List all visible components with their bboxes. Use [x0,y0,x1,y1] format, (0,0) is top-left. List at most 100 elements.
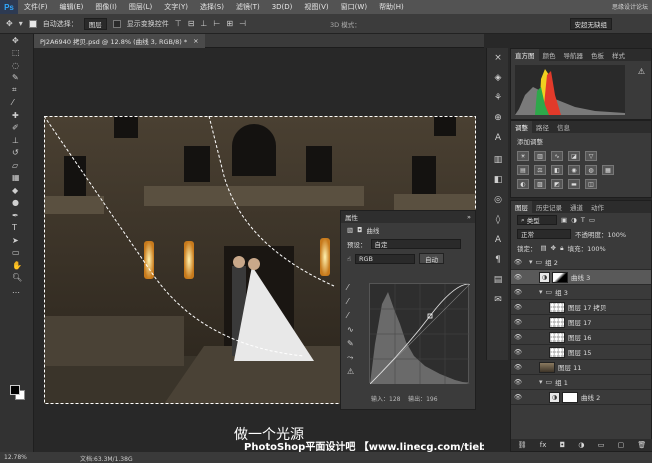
align-middle-icon[interactable]: ⊟ [188,19,195,28]
visibility-eye-icon[interactable]: 👁︎ [513,348,523,356]
layer-row[interactable]: 👁︎ ▾ ▭ 组 3 [511,285,651,300]
tab-channels[interactable]: 通道 [566,201,587,213]
document-tab[interactable]: PJ2A6940 拷贝.psd @ 12.8% (曲线 3, RGB/8) * … [34,34,205,48]
layer-thumbnail[interactable] [539,361,555,373]
tab-color[interactable]: 颜色 [539,49,560,61]
pencil-icon[interactable]: ✎ [347,339,359,353]
layer-thumbnail[interactable] [549,301,565,313]
gray-point-eyedropper-icon[interactable]: ⁄ [347,297,359,311]
new-group-icon[interactable]: ▭ [598,441,605,449]
channel-dropdown[interactable]: RGB [354,253,415,264]
menu-layer[interactable]: 图层(L) [123,2,158,12]
close-icon[interactable]: × [487,48,509,68]
menu-filter[interactable]: 滤镜(T) [230,2,266,12]
menu-window[interactable]: 窗口(W) [335,2,373,12]
layer-thumbnail[interactable] [549,331,565,343]
expand-arrow-icon[interactable]: ▾ [539,378,543,386]
tab-styles[interactable]: 样式 [608,49,629,61]
zoom-level[interactable]: 12.78% [4,454,27,461]
visibility-eye-icon[interactable]: 👁︎ [513,378,523,386]
layer-row[interactable]: 👁︎ 图层 17 拷贝 [511,300,651,315]
move-tool-icon[interactable]: ✥ [6,19,13,28]
layer-name[interactable]: 图层 16 [568,332,591,342]
expand-arrow-icon[interactable]: ▾ [529,258,533,266]
black-point-eyedropper-icon[interactable]: ⁄ [347,283,359,297]
tab-actions[interactable]: 动作 [587,201,608,213]
tab-paths[interactable]: 路径 [532,121,553,133]
kind-filter-dropdown[interactable]: ⌕ 类型 [517,215,557,225]
preset-dropdown[interactable]: 自定 [370,239,461,249]
curves-icon[interactable]: ∿ [551,151,563,161]
curves-adjustment-icon[interactable]: ◑ [539,271,550,283]
layer-name[interactable]: 图层 15 [568,347,591,357]
show-transform-checkbox[interactable] [112,19,121,28]
adjust-panel-icon[interactable]: ▥ [487,150,509,170]
layer-row[interactable]: 👁︎ ◑ 曲线 3 [511,270,651,285]
3d-panel-icon[interactable]: ◊ [487,210,509,230]
marquee-icon[interactable]: ⬚ [0,47,34,60]
menu-3d[interactable]: 3D(D) [266,3,299,11]
visibility-eye-icon[interactable]: 👁︎ [513,318,523,326]
vibrance-icon[interactable]: ▽ [585,151,597,161]
move-icon[interactable]: ✥ [0,34,34,47]
lock-position-icon[interactable]: ✥ [551,244,556,252]
close-icon[interactable]: × [193,37,198,45]
align-left-icon[interactable]: ⊢ [213,19,220,28]
healing-brush-icon[interactable]: ✚ [0,109,34,122]
lasso-icon[interactable]: ◌ [0,59,34,72]
tab-histogram[interactable]: 直方图 [511,49,539,61]
character-icon[interactable]: A [487,128,509,148]
threshold-icon[interactable]: ◩ [551,179,563,189]
trash-icon[interactable]: 🗑︎ [637,441,646,449]
brush-icon[interactable]: ✐ [0,122,34,135]
menu-image[interactable]: 图像(I) [89,2,123,12]
tab-adjustments[interactable]: 调整 [511,121,532,133]
blend-mode-dropdown[interactable]: 正常 [517,229,571,239]
hand-icon[interactable]: ✋ [0,259,34,272]
chevron-down-icon[interactable]: ▾ [19,19,23,28]
curve-svg[interactable] [369,283,471,385]
opacity-control[interactable]: 不透明度：100% [575,229,626,239]
tab-swatches[interactable]: 色板 [587,49,608,61]
menu-select[interactable]: 选择(S) [194,2,230,12]
posterize-icon[interactable]: ▨ [534,179,546,189]
collapse-icon[interactable]: » [467,213,471,221]
path-select-icon[interactable]: ➤ [0,234,34,247]
menu-edit[interactable]: 编辑(E) [54,2,90,12]
auto-button[interactable]: 自动 [418,253,444,264]
layer-row[interactable]: 👁︎ 图层 17 [511,315,651,330]
visibility-eye-icon[interactable]: 👁︎ [513,333,523,341]
align-center-icon[interactable]: ⊞ [226,19,233,28]
menu-type[interactable]: 文字(Y) [158,2,194,12]
layer-name[interactable]: 组 1 [555,377,568,387]
expand-arrow-icon[interactable]: ▾ [539,288,543,296]
layer-name[interactable]: 图层 11 [558,362,581,372]
layer-mask-thumbnail[interactable] [552,271,568,283]
notes-panel-icon[interactable]: ✉ [487,290,509,310]
visibility-eye-icon[interactable]: 👁︎ [513,288,523,296]
filter-type-icon[interactable]: T [581,216,585,224]
crop-icon[interactable]: ⌗ [0,84,34,97]
align-right-icon[interactable]: ⊣ [239,19,246,28]
visibility-eye-icon[interactable]: 👁︎ [513,258,523,266]
eraser-icon[interactable]: ▱ [0,159,34,172]
workspace-dropdown[interactable]: 安超无缺组 [569,18,612,30]
auto-select-dropdown[interactable]: 图层 [83,17,107,30]
white-point-eyedropper-icon[interactable]: ⁄ [347,311,359,325]
visibility-eye-icon[interactable]: 👁︎ [513,393,523,401]
color-lookup-icon[interactable]: ▦ [602,165,614,175]
align-top-icon[interactable]: ⊤ [175,19,182,28]
hand-adjust-icon[interactable]: ☝ [347,255,351,263]
layers-panel-icon[interactable]: ◧ [487,170,509,190]
blur-icon[interactable]: ◆ [0,184,34,197]
menu-file[interactable]: 文件(F) [18,2,54,12]
invert-icon[interactable]: ◐ [517,179,529,189]
lock-all-icon[interactable]: 🔒︎ [560,244,563,253]
new-layer-icon[interactable]: ▢ [618,441,625,449]
smooth-icon[interactable]: ⤳ [347,353,359,367]
curve-point-icon[interactable]: ∿ [347,325,359,339]
menu-view[interactable]: 视图(V) [298,2,334,12]
properties-header[interactable]: 属性 » [341,211,475,223]
visibility-eye-icon[interactable]: 👁︎ [513,273,523,281]
layer-row[interactable]: 👁︎ ▾ ▭ 组 2 [511,255,651,270]
